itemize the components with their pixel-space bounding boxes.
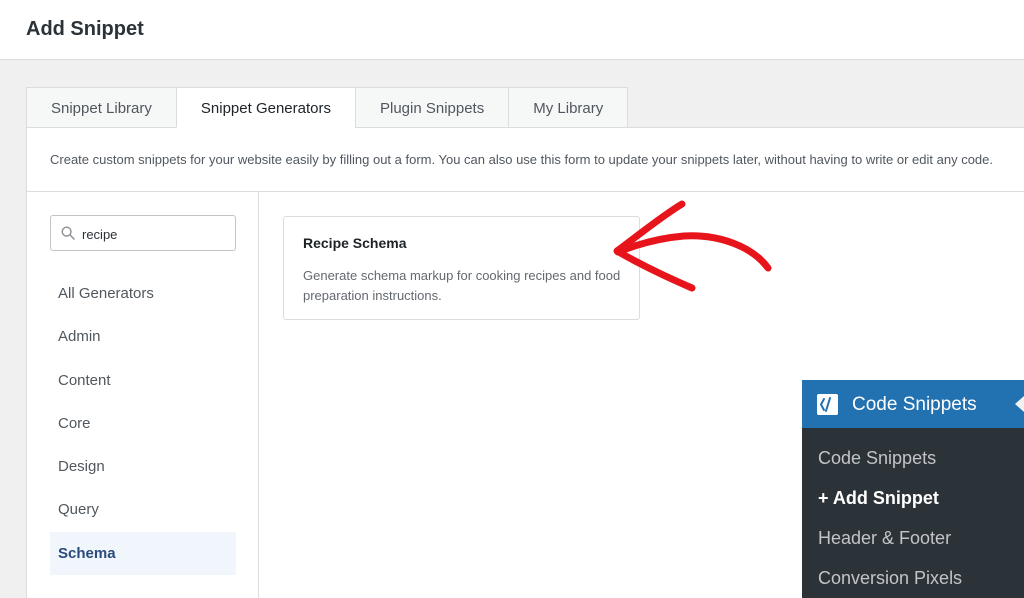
submenu-header-footer[interactable]: Header & Footer <box>802 518 1024 558</box>
tab-snippet-generators[interactable]: Snippet Generators <box>175 87 355 128</box>
category-schema[interactable]: Schema <box>50 531 236 576</box>
tab-snippet-library[interactable]: Snippet Library <box>26 87 176 128</box>
wp-admin-menu: Code Snippets Code Snippets + Add Snippe… <box>802 380 1024 598</box>
generators-description: Create custom snippets for your website … <box>50 152 994 167</box>
code-snippets-logo-icon <box>817 394 838 415</box>
red-arrow-annotation-icon <box>613 200 772 292</box>
category-core[interactable]: Core <box>50 402 236 445</box>
category-content[interactable]: Content <box>50 359 236 402</box>
search-icon <box>61 226 75 240</box>
submenu-add-snippet[interactable]: + Add Snippet <box>802 478 1024 518</box>
search-input[interactable] <box>82 224 232 244</box>
category-design[interactable]: Design <box>50 445 236 488</box>
page-title: Add Snippet <box>26 18 144 40</box>
code-snippets-menu-title: Code Snippets <box>852 394 977 415</box>
code-snippets-menu-header[interactable]: Code Snippets <box>802 380 1024 428</box>
category-list: All Generators Admin Content Core Design… <box>50 272 236 576</box>
category-sidebar: All Generators Admin Content Core Design… <box>27 192 259 598</box>
tab-bar: Snippet Library Snippet Generators Plugi… <box>26 87 629 128</box>
submenu-conversion-pixels[interactable]: Conversion Pixels <box>802 558 1024 598</box>
search-box[interactable] <box>50 215 236 251</box>
tab-my-library[interactable]: My Library <box>508 87 629 128</box>
generator-card-description: Generate schema markup for cooking recip… <box>303 268 621 303</box>
tab-plugin-snippets[interactable]: Plugin Snippets <box>354 87 509 128</box>
generator-card-title: Recipe Schema <box>303 235 407 251</box>
submenu-code-snippets[interactable]: Code Snippets <box>802 438 1024 478</box>
page-header: Add Snippet <box>0 0 1024 60</box>
category-all-generators[interactable]: All Generators <box>50 272 236 315</box>
category-query[interactable]: Query <box>50 488 236 531</box>
category-admin[interactable]: Admin <box>50 315 236 358</box>
code-snippets-submenu: Code Snippets + Add Snippet Header & Foo… <box>802 438 1024 598</box>
generator-card-recipe-schema[interactable]: Recipe Schema Generate schema markup for… <box>283 216 640 320</box>
current-menu-caret-icon <box>1015 396 1024 412</box>
